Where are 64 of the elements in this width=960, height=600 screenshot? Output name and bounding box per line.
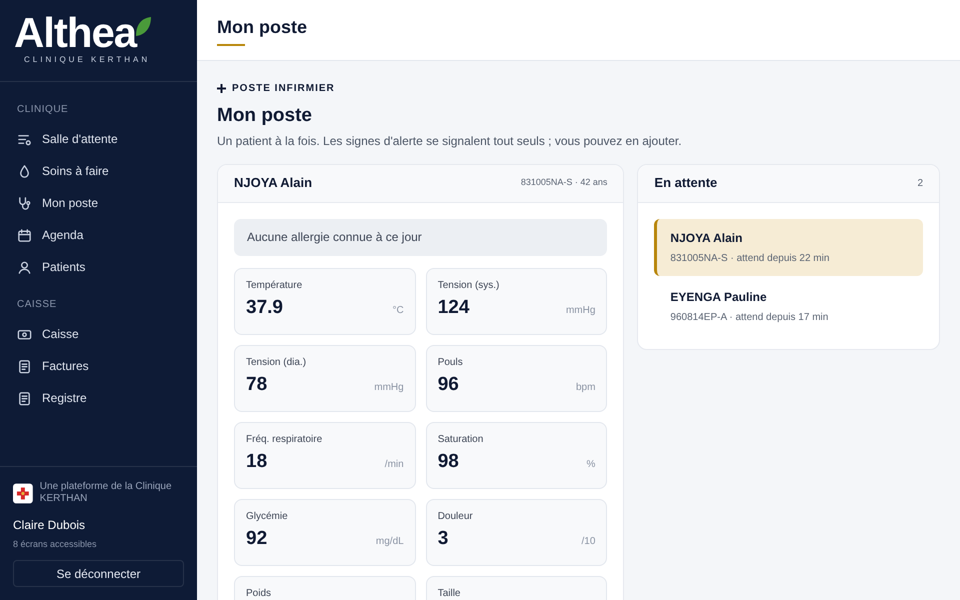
nav-item[interactable]: Agenda xyxy=(0,219,197,251)
page-title: Mon poste xyxy=(217,104,313,128)
vital-unit: °C xyxy=(392,304,404,318)
queue-item[interactable]: NJOYA Alain 831005NA-S · attend depuis 22 min xyxy=(654,218,923,276)
section-eyebrow: POSTE INFIRMIER xyxy=(232,82,335,96)
queue-patient-name: EYENGA Pauline xyxy=(670,288,768,306)
document-icon xyxy=(17,390,32,406)
vital-label: Fréq. respiratoire xyxy=(246,432,324,446)
patient-name: NJOYA Alain xyxy=(234,174,312,192)
nav-section-title: CAISSE xyxy=(16,298,58,312)
vital-label: Saturation xyxy=(438,432,484,446)
queue-patient-detail: 960814EP-A · attend depuis 17 min xyxy=(670,310,830,324)
vital-label: Pouls xyxy=(438,356,464,370)
nav-item[interactable]: Registre xyxy=(0,382,197,414)
vital-label: Poids xyxy=(246,586,272,600)
stethoscope-icon xyxy=(17,196,32,210)
vital-unit: /min xyxy=(384,458,404,472)
vital-unit: mg/dL xyxy=(376,534,404,548)
vital-value: 37.9 xyxy=(246,296,283,320)
nav-item[interactable]: Soins à faire xyxy=(0,155,197,187)
vital-value: 3 xyxy=(438,526,448,550)
plus-icon xyxy=(217,84,226,93)
vital-unit: /10 xyxy=(582,534,596,548)
queue-count: 2 xyxy=(917,176,923,190)
vital-label: Glycémie xyxy=(246,510,289,524)
nav-item[interactable]: Caisse xyxy=(0,318,197,350)
patient-meta: 831005NA-S · 42 ans xyxy=(520,176,608,190)
vital-label: Douleur xyxy=(438,510,474,524)
nav-item[interactable]: Factures xyxy=(0,350,197,382)
vital-label: Taille xyxy=(438,586,462,600)
vital-unit: mmHg xyxy=(566,304,596,318)
vital-label: Tension (dia.) xyxy=(246,356,308,370)
platform-note: Une plateforme de la Clinique KERTHAN xyxy=(40,480,173,504)
user-name: Claire Dubois xyxy=(13,516,86,534)
clinic-logo-icon xyxy=(13,480,33,506)
vital-label: Tension (sys.) xyxy=(438,278,500,292)
queue-patient-detail: 831005NA-S · attend depuis 22 min xyxy=(670,252,830,266)
logo-wordmark: Althea xyxy=(14,14,136,52)
nav-item[interactable]: Mon poste xyxy=(0,187,197,219)
drop-icon xyxy=(17,164,32,178)
calendar-icon xyxy=(17,228,32,242)
vital-value: 124 xyxy=(438,296,470,320)
vital-unit: % xyxy=(586,458,596,472)
logout-button[interactable]: Se déconnecter xyxy=(13,560,184,587)
logo-subtitle: CLINIQUE KERTHAN xyxy=(24,54,150,66)
vital-value: 96 xyxy=(438,372,459,396)
vital-label: Température xyxy=(246,278,304,292)
queue-patient-name: NJOYA Alain xyxy=(670,230,744,246)
queue-item[interactable]: EYENGA Pauline 960814EP-A · attend depuis 17 min xyxy=(654,278,923,334)
vital-unit: bpm xyxy=(576,380,596,394)
nav-item[interactable]: Patients xyxy=(0,251,197,283)
queue-title: En attente xyxy=(654,174,718,192)
vital-value: 18 xyxy=(246,450,268,474)
document-icon xyxy=(17,358,32,374)
page-description: Un patient à la fois. Les signes d'alerte se signalent tout seuls ; vous pouvez en ajouter. xyxy=(217,132,683,150)
nav-section-title: CLINIQUE xyxy=(16,103,70,117)
vital-value: 92 xyxy=(246,526,268,550)
user-icon xyxy=(17,260,32,274)
vital-value: 78 xyxy=(246,372,268,396)
access-count: 8 écrans accessibles xyxy=(13,538,98,550)
allergy-notice: Aucune allergie connue à ce jour xyxy=(234,218,608,256)
vital-value: 98 xyxy=(438,450,459,474)
nav-item[interactable]: Salle d'attente xyxy=(0,123,197,155)
vital-unit: mmHg xyxy=(374,380,404,394)
